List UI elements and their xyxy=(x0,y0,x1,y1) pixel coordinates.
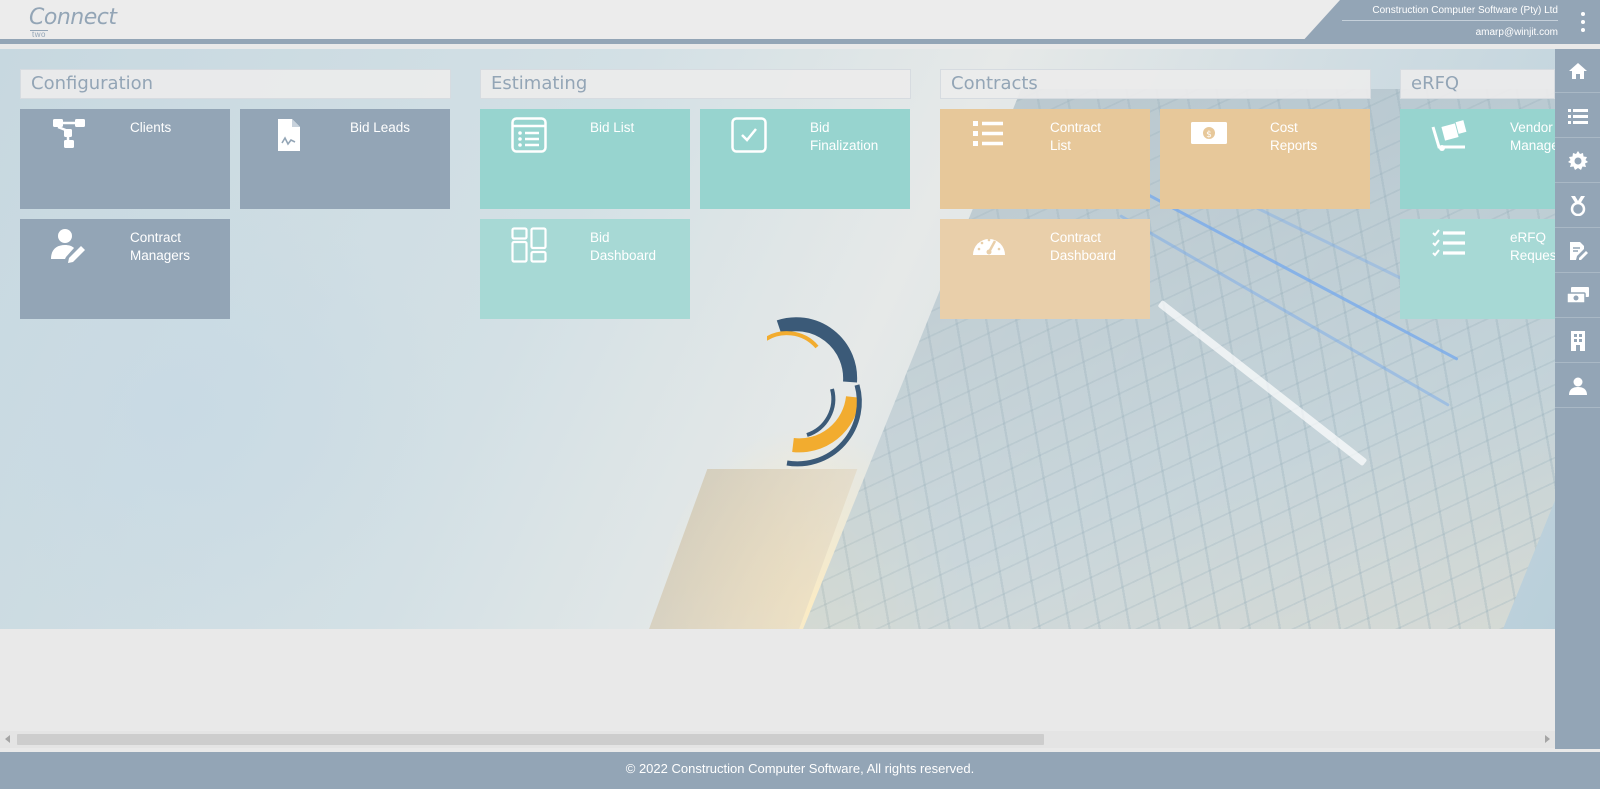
tile-label-line: Reques xyxy=(1510,248,1555,263)
medal-icon xyxy=(1570,195,1585,216)
copyright-text: © 2022 Construction Computer Software, A… xyxy=(625,761,975,776)
tile-label: Bid Leads xyxy=(350,119,446,137)
tile-label-line: Cost xyxy=(1270,120,1298,135)
svg-text:$: $ xyxy=(1206,130,1212,140)
tile-label: Bid List xyxy=(590,119,686,137)
user-email: amarp@winjit.com xyxy=(1475,27,1558,38)
sidebar-item-awards[interactable] xyxy=(1555,184,1600,228)
tile-erfq-requests[interactable]: eRFQ Reques xyxy=(1400,219,1555,319)
tile-label: Vendor Manage xyxy=(1510,119,1555,155)
tile-label-line: Dashboard xyxy=(590,248,657,263)
company-name: Construction Computer Software (Pty) Ltd xyxy=(1372,5,1558,16)
scrollbar-thumb[interactable] xyxy=(17,734,1044,745)
tile-label-line: eRFQ xyxy=(1510,230,1547,245)
top-bar: Connect two Construction Computer Softwa… xyxy=(0,0,1600,44)
tile-label-line: Manage xyxy=(1510,138,1555,153)
tile-label: Bid Finalization xyxy=(810,119,906,155)
scroll-left-arrow-icon[interactable] xyxy=(5,735,10,743)
tile-label-line: Reports xyxy=(1270,138,1318,153)
tile-label-line: Managers xyxy=(130,248,191,263)
tile-bid-dashboard[interactable]: Bid Dashboard xyxy=(480,219,690,319)
document-signature-icon xyxy=(278,119,300,151)
user-edit-icon xyxy=(51,229,85,263)
section-title-erfq: eRFQ xyxy=(1400,69,1555,99)
tile-clients[interactable]: Clients xyxy=(20,109,230,209)
tile-label-line: Bid xyxy=(590,230,610,245)
section-title-contracts: Contracts xyxy=(940,69,1371,99)
sidebar-item-profile[interactable] xyxy=(1555,364,1600,408)
more-menu-icon[interactable] xyxy=(1580,12,1586,32)
tile-bid-list[interactable]: Bid List xyxy=(480,109,690,209)
tile-label: Contract List xyxy=(1050,119,1146,155)
money-bill-icon: $ xyxy=(1191,122,1227,144)
footer: © 2022 Construction Computer Software, A… xyxy=(0,752,1600,789)
tile-label: eRFQ Reques xyxy=(1510,229,1555,265)
tile-label: Cost Reports xyxy=(1270,119,1366,155)
tile-contract-list[interactable]: Contract List xyxy=(940,109,1150,209)
tile-bid-leads[interactable]: Bid Leads xyxy=(240,109,450,209)
bullet-list-icon xyxy=(973,121,1003,146)
tile-label: Contract Dashboard xyxy=(1050,229,1146,265)
tile-label-line: List xyxy=(1050,138,1072,153)
horizontal-scrollbar[interactable] xyxy=(0,731,1555,748)
tile-bid-finalization[interactable]: Bid Finalization xyxy=(700,109,910,209)
sidebar-item-payments[interactable] xyxy=(1555,274,1600,318)
gauge-icon xyxy=(973,238,1005,255)
section-title-configuration: Configuration xyxy=(20,69,451,99)
list-icon xyxy=(1567,108,1588,124)
tile-label-line: Bid Leads xyxy=(350,120,411,135)
sidebar-item-companies[interactable] xyxy=(1555,319,1600,363)
logo-word: Connect xyxy=(29,5,117,30)
tile-label-line: Clients xyxy=(130,120,172,135)
sidebar-item-list[interactable] xyxy=(1555,94,1600,138)
tile-label-line: Contract xyxy=(1050,120,1102,135)
tile-label-line: Vendor xyxy=(1510,120,1553,135)
logo-sub: two xyxy=(30,30,48,40)
scroll-right-arrow-icon[interactable] xyxy=(1545,735,1550,743)
tile-vendor-management[interactable]: Vendor Manage xyxy=(1400,109,1555,209)
list-document-icon xyxy=(511,117,547,153)
sidebar-item-settings[interactable] xyxy=(1555,139,1600,183)
right-sidebar xyxy=(1555,49,1600,749)
connect-two-logo[interactable]: Connect two xyxy=(29,5,117,40)
tile-label: Contract Managers xyxy=(130,229,226,265)
building-icon xyxy=(1570,330,1585,351)
user-icon xyxy=(1568,377,1587,395)
tile-label-line: Bid List xyxy=(590,120,635,135)
section-title-estimating: Estimating xyxy=(480,69,911,99)
checkbox-icon xyxy=(731,117,767,153)
tile-label: Bid Dashboard xyxy=(590,229,686,265)
gear-icon xyxy=(1567,150,1588,170)
dashboard-layout-icon xyxy=(511,227,547,263)
hierarchy-icon xyxy=(53,119,85,148)
tile-label: Clients xyxy=(130,119,226,137)
tile-label-line: Contract xyxy=(130,230,182,245)
sidebar-item-edit-document[interactable] xyxy=(1555,229,1600,273)
sidebar-item-home[interactable] xyxy=(1555,49,1600,93)
money-transfer-icon xyxy=(1566,286,1589,304)
checklist-icon xyxy=(1432,229,1465,257)
tile-label-line: Bid xyxy=(810,120,830,135)
loading-spinner xyxy=(767,317,862,467)
tile-label-line: Finalization xyxy=(810,138,879,153)
hand-truck-icon xyxy=(1431,120,1467,151)
tile-label-line: Contract xyxy=(1050,230,1102,245)
home-icon xyxy=(1568,62,1587,79)
edit-document-icon xyxy=(1569,241,1588,260)
company-divider xyxy=(1342,20,1558,21)
tile-label-line: Dashboard xyxy=(1050,248,1117,263)
tile-contract-managers[interactable]: Contract Managers xyxy=(20,219,230,319)
tile-cost-reports[interactable]: $ Cost Reports xyxy=(1160,109,1370,209)
company-panel: Construction Computer Software (Pty) Ltd… xyxy=(1300,0,1600,44)
tile-contract-dashboard[interactable]: Contract Dashboard xyxy=(940,219,1150,319)
